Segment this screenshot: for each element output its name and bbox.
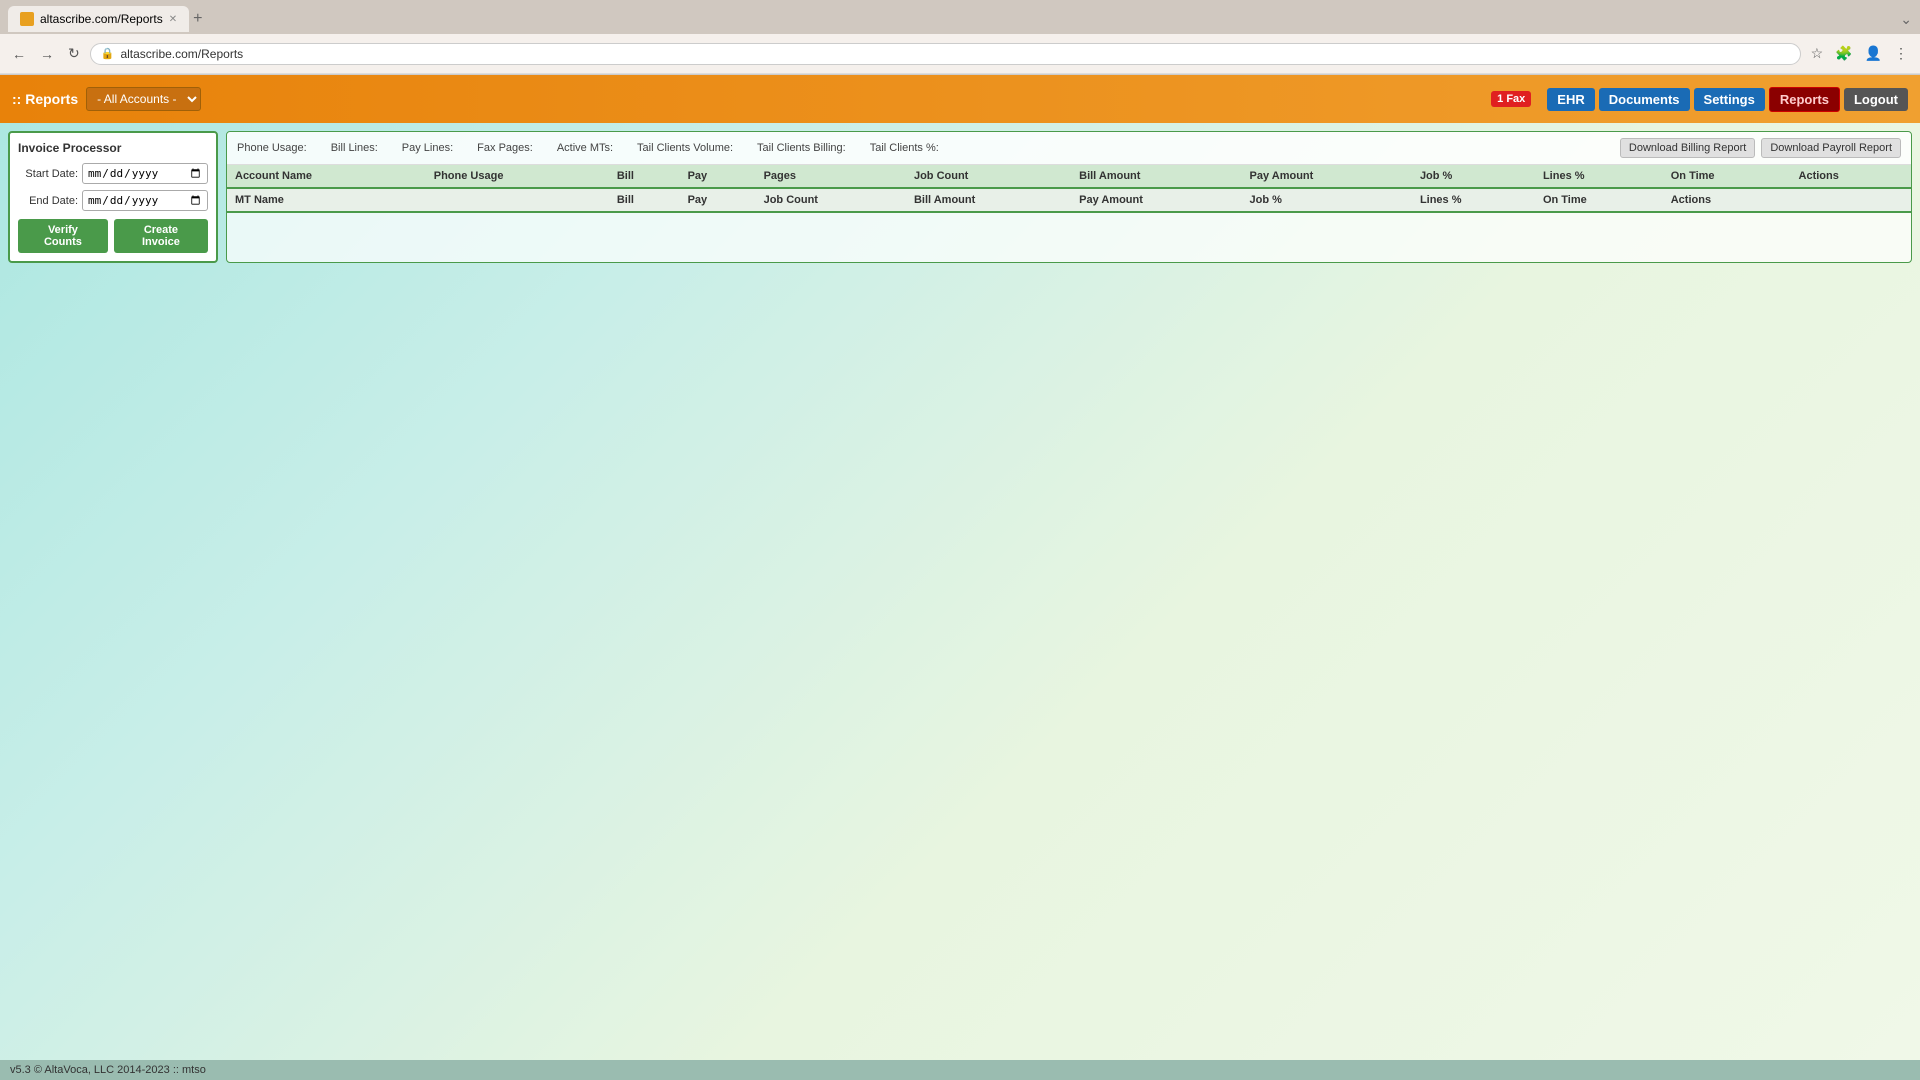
stats-bar: Phone Usage: Bill Lines: Pay Lines: Fax … — [227, 132, 1911, 165]
new-tab-button[interactable]: + — [193, 10, 202, 28]
expand-icon[interactable]: ⌄ — [1900, 11, 1912, 28]
lock-icon: 🔒 — [101, 47, 115, 60]
main-header-row: Account Name Phone Usage Bill Pay Pages … — [227, 165, 1911, 188]
forward-button[interactable]: → — [36, 44, 58, 64]
stat-bill-lines: Bill Lines: — [331, 142, 382, 154]
verify-counts-button[interactable]: Verify Counts — [18, 219, 108, 253]
col-pay: Pay — [680, 165, 756, 188]
address-text: altascribe.com/Reports — [120, 47, 1789, 61]
subcol-lines-pct: Lines % — [1412, 188, 1535, 212]
subcol-empty — [426, 188, 609, 212]
back-button[interactable]: ← — [8, 44, 30, 64]
stat-active-mts: Active MTs: — [557, 142, 617, 154]
panel-title: Invoice Processor — [18, 141, 208, 155]
tail-clients-billing-label: Tail Clients Billing: — [757, 142, 846, 154]
end-date-input[interactable] — [82, 190, 208, 211]
col-on-time: On Time — [1663, 165, 1791, 188]
download-payroll-button[interactable]: Download Payroll Report — [1761, 138, 1901, 158]
profile-button[interactable]: 👤 — [1861, 43, 1886, 64]
right-panel: Phone Usage: Bill Lines: Pay Lines: Fax … — [226, 131, 1912, 263]
sub-header-row: MT Name Bill Pay Job Count Bill Amount P… — [227, 188, 1911, 212]
start-date-label: Start Date: — [18, 168, 78, 180]
end-date-label: End Date: — [18, 195, 78, 207]
toolbar-left: :: Reports - All Accounts - — [12, 87, 1483, 111]
nav-bar: ← → ↻ 🔒 altascribe.com/Reports ☆ 🧩 👤 ⋮ — [0, 34, 1920, 74]
col-pages: Pages — [756, 165, 906, 188]
subcol-actions: Actions — [1663, 188, 1791, 212]
subcol-job-pct: Job % — [1242, 188, 1412, 212]
account-select[interactable]: - All Accounts - — [86, 87, 201, 111]
extensions-button[interactable]: 🧩 — [1831, 43, 1856, 64]
report-table: Account Name Phone Usage Bill Pay Pages … — [227, 165, 1911, 213]
subcol-bill-amount: Bill Amount — [906, 188, 1071, 212]
tab-title: altascribe.com/Reports — [40, 12, 163, 26]
active-tab[interactable]: altascribe.com/Reports ✕ — [8, 6, 189, 32]
col-job-pct: Job % — [1412, 165, 1535, 188]
end-date-row: End Date: — [18, 190, 208, 211]
nav-actions: ☆ 🧩 👤 ⋮ — [1807, 43, 1912, 64]
download-buttons: Download Billing Report Download Payroll… — [1620, 138, 1901, 158]
main-toolbar: :: Reports - All Accounts - 1 Fax EHR Do… — [0, 75, 1920, 123]
button-row: Verify Counts Create Invoice — [18, 219, 208, 253]
nav-reports[interactable]: Reports — [1769, 87, 1840, 112]
subcol-pay-amount: Pay Amount — [1071, 188, 1241, 212]
nav-logout[interactable]: Logout — [1844, 88, 1908, 111]
subcol-mt-name: MT Name — [227, 188, 426, 212]
tab-favicon — [20, 12, 34, 26]
reload-button[interactable]: ↻ — [64, 43, 84, 64]
tail-clients-volume-label: Tail Clients Volume: — [637, 142, 733, 154]
col-lines-pct: Lines % — [1535, 165, 1663, 188]
nav-documents[interactable]: Documents — [1599, 88, 1690, 111]
footer-text: v5.3 © AltaVoca, LLC 2014-2023 :: mtso — [10, 1064, 206, 1076]
nav-ehr[interactable]: EHR — [1547, 88, 1594, 111]
col-actions: Actions — [1791, 165, 1911, 188]
content-area: Invoice Processor Start Date: End Date: … — [0, 123, 1920, 271]
fax-pages-label: Fax Pages: — [477, 142, 533, 154]
subcol-bill: Bill — [609, 188, 680, 212]
subcol-on-time: On Time — [1535, 188, 1663, 212]
bookmark-button[interactable]: ☆ — [1807, 43, 1828, 64]
footer: v5.3 © AltaVoca, LLC 2014-2023 :: mtso — [0, 1060, 1920, 1080]
col-account-name: Account Name — [227, 165, 426, 188]
subcol-pay: Pay — [680, 188, 756, 212]
pay-lines-label: Pay Lines: — [402, 142, 453, 154]
download-billing-button[interactable]: Download Billing Report — [1620, 138, 1755, 158]
tab-bar: altascribe.com/Reports ✕ + ⌄ — [0, 0, 1920, 34]
nav-settings[interactable]: Settings — [1694, 88, 1765, 111]
stat-tail-clients-volume: Tail Clients Volume: — [637, 142, 737, 154]
col-job-count: Job Count — [906, 165, 1071, 188]
create-invoice-button[interactable]: Create Invoice — [114, 219, 208, 253]
stat-tail-clients-pct: Tail Clients %: — [870, 142, 943, 154]
address-bar[interactable]: 🔒 altascribe.com/Reports — [90, 43, 1801, 65]
left-panel: Invoice Processor Start Date: End Date: … — [8, 131, 218, 263]
col-phone-usage: Phone Usage — [426, 165, 609, 188]
stat-phone-usage: Phone Usage: — [237, 142, 311, 154]
subcol-job-count: Job Count — [756, 188, 906, 212]
bill-lines-label: Bill Lines: — [331, 142, 378, 154]
fax-badge[interactable]: 1 Fax — [1491, 91, 1531, 107]
phone-usage-label: Phone Usage: — [237, 142, 307, 154]
menu-button[interactable]: ⋮ — [1890, 43, 1912, 64]
start-date-input[interactable] — [82, 163, 208, 184]
stat-fax-pages: Fax Pages: — [477, 142, 537, 154]
subcol-extra — [1791, 188, 1911, 212]
start-date-row: Start Date: — [18, 163, 208, 184]
tail-clients-pct-label: Tail Clients %: — [870, 142, 939, 154]
reports-label: :: Reports — [12, 91, 78, 107]
col-bill: Bill — [609, 165, 680, 188]
stat-pay-lines: Pay Lines: — [402, 142, 457, 154]
col-pay-amount: Pay Amount — [1242, 165, 1412, 188]
toolbar-nav: EHR Documents Settings Reports Logout — [1547, 87, 1908, 112]
browser-chrome: altascribe.com/Reports ✕ + ⌄ ← → ↻ 🔒 alt… — [0, 0, 1920, 75]
stat-tail-clients-billing: Tail Clients Billing: — [757, 142, 850, 154]
active-mts-label: Active MTs: — [557, 142, 613, 154]
tab-close-icon[interactable]: ✕ — [169, 14, 177, 25]
col-bill-amount: Bill Amount — [1071, 165, 1241, 188]
